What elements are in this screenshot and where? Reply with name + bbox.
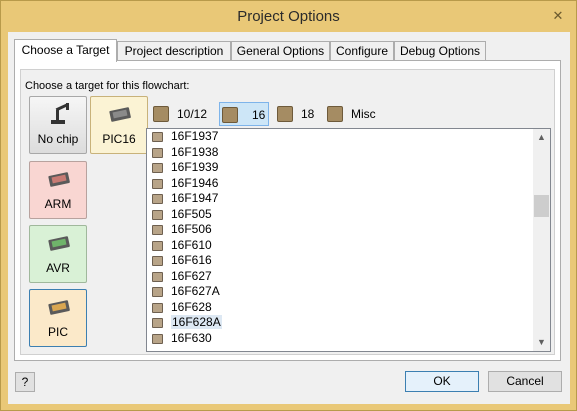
device-list-item[interactable]: 16F1938 [147, 145, 550, 161]
chip-icon [48, 172, 70, 187]
device-list-item[interactable]: 16F506 [147, 222, 550, 238]
chip-icon [152, 178, 163, 189]
device-list-item[interactable]: 16F1946 [147, 176, 550, 192]
arm-button[interactable]: ARM [29, 161, 87, 219]
tab-project-description[interactable]: Project description [117, 41, 231, 61]
device-label: 16F627 [171, 268, 212, 283]
device-list-item[interactable]: 16F616 [147, 253, 550, 269]
family-misc[interactable]: Misc [325, 102, 385, 126]
family-label: 16 [252, 108, 266, 122]
title-bar[interactable]: Project Options ✕ [1, 1, 576, 32]
arm-label: ARM [44, 197, 72, 211]
chip-icon [48, 300, 70, 315]
chip-icon [152, 333, 163, 344]
pic-button[interactable]: PIC [29, 289, 87, 347]
device-label: 16F1947 [171, 191, 219, 205]
device-list-item[interactable]: 16F630 [147, 331, 550, 347]
chip-icon [153, 106, 169, 122]
no-chip-label: No chip [37, 132, 79, 146]
avr-label: AVR [46, 261, 70, 275]
family-label: Misc [351, 107, 376, 121]
tab-general-options[interactable]: General Options [231, 41, 330, 61]
target-group: Choose a target for this flowchart: No c… [20, 69, 555, 355]
device-list[interactable]: 16F1937 16F1938 16F1939 16F1946 16F1947 16F50… [146, 128, 551, 352]
chip-icon [48, 236, 70, 251]
close-icon[interactable]: ✕ [548, 7, 568, 25]
device-label: 16F1939 [171, 160, 219, 174]
tab-choose-target[interactable]: Choose a Target [14, 39, 117, 62]
device-list-item[interactable]: 16F1939 [147, 160, 550, 176]
device-label: 16F1937 [171, 129, 219, 143]
device-label: 16F628 [171, 299, 212, 314]
device-list-item[interactable]: 16F1937 [147, 129, 550, 145]
device-list-item[interactable]: 16F627A [147, 284, 550, 300]
scroll-down-icon[interactable]: ▼ [533, 334, 550, 351]
chip-icon [152, 209, 163, 220]
pic16-label: PIC16 [102, 132, 136, 146]
device-label: 16F628A [171, 315, 222, 329]
device-label: 16F506 [171, 222, 212, 236]
scroll-thumb[interactable] [534, 195, 549, 217]
chip-icon [327, 106, 343, 122]
device-list-item[interactable]: 16F1947 [147, 191, 550, 207]
chip-icon [152, 163, 163, 173]
device-label: 16F1946 [171, 175, 219, 190]
device-list-item[interactable]: 16F505 [147, 207, 550, 223]
device-label: 16F630 [171, 330, 212, 345]
tab-panel-choose-target: Choose a target for this flowchart: No c… [14, 60, 561, 361]
chip-icon [152, 256, 163, 266]
avr-button[interactable]: AVR [29, 225, 87, 283]
family-16[interactable]: 16 [219, 102, 269, 126]
dialog-body: Choose a Target Project description Gene… [8, 32, 570, 404]
family-18[interactable]: 18 [275, 102, 321, 126]
device-label: 16F616 [171, 253, 212, 267]
chip-icon [152, 194, 163, 204]
chip-icon [152, 225, 163, 235]
device-label: 16F1938 [171, 144, 219, 159]
device-label: 16F627A [171, 284, 220, 298]
help-button[interactable]: ? [15, 372, 35, 392]
chip-icon [152, 271, 163, 282]
device-label: 16F505 [171, 206, 212, 221]
chip-icon [152, 318, 163, 328]
pic16-button[interactable]: PIC16 [90, 96, 148, 154]
device-label: 16F610 [171, 237, 212, 252]
scroll-up-icon[interactable]: ▲ [533, 129, 550, 146]
chip-icon [152, 302, 163, 313]
device-items: 16F1937 16F1938 16F1939 16F1946 16F1947 16F50… [147, 129, 550, 346]
group-label: Choose a target for this flowchart: [25, 80, 190, 92]
cancel-button[interactable]: Cancel [488, 371, 562, 392]
tab-debug-options[interactable]: Debug Options [394, 41, 486, 61]
tab-configure[interactable]: Configure [330, 41, 394, 61]
family-label: 10/12 [177, 107, 208, 121]
chip-icon [109, 107, 131, 122]
chip-icon [152, 132, 163, 142]
device-list-item[interactable]: 16F628A [147, 315, 550, 331]
device-list-item[interactable]: 16F627 [147, 269, 550, 285]
device-list-item[interactable]: 16F628 [147, 300, 550, 316]
device-list-item[interactable]: 16F610 [147, 238, 550, 254]
no-chip-button[interactable]: No chip [29, 96, 87, 154]
ok-button[interactable]: OK [405, 371, 479, 392]
chip-icon [277, 106, 293, 122]
chip-icon [222, 107, 238, 123]
pic-label: PIC [47, 325, 68, 339]
vertical-scrollbar[interactable]: ▲ ▼ [533, 129, 550, 351]
family-10-12[interactable]: 10/12 [151, 102, 213, 126]
project-options-window: Project Options ✕ Choose a Target Projec… [0, 0, 577, 411]
chip-icon [152, 147, 163, 158]
window-title: Project Options [237, 8, 340, 25]
robot-arm-icon [51, 103, 69, 124]
chip-icon [152, 240, 163, 251]
chip-icon [152, 287, 163, 297]
family-label: 18 [301, 107, 315, 121]
